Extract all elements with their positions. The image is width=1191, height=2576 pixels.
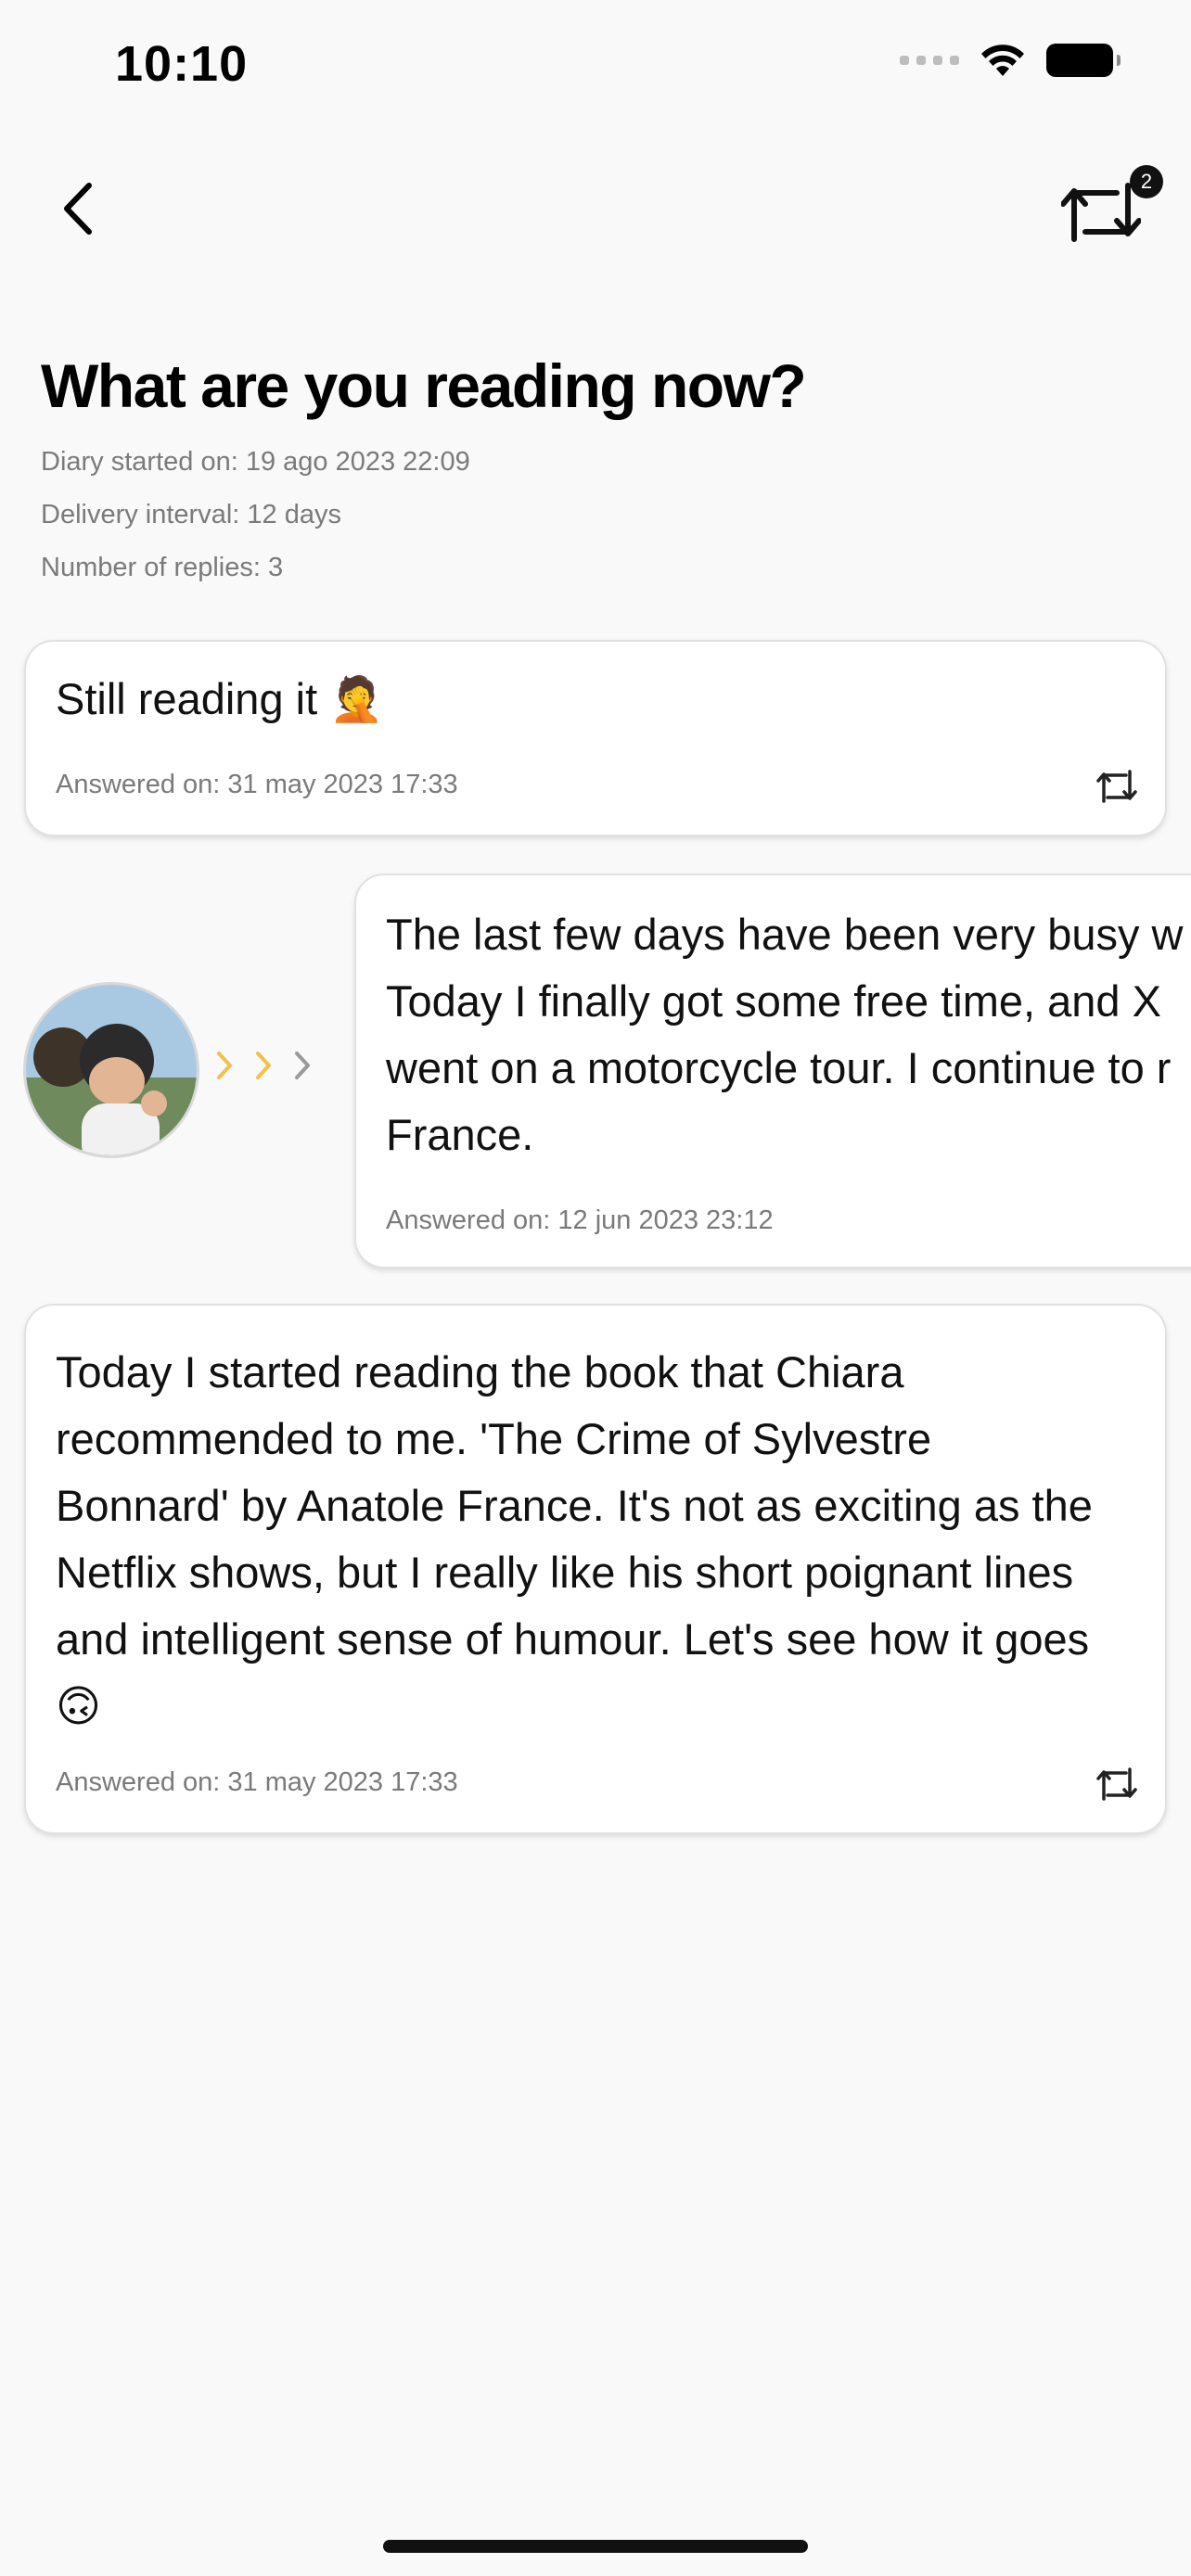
cellular-signal-icon [900, 56, 959, 65]
reply-text-line: and intelligent sense of humour. Let's s… [56, 1614, 1090, 1664]
repeat-reply-button[interactable] [1096, 768, 1137, 805]
page-title: What are you reading now? [41, 351, 807, 420]
reply-text-line: Bonnard' by Anatole France. It's not as … [56, 1481, 1093, 1530]
status-time: 10:10 [115, 36, 249, 92]
chevron-right-icon [295, 1052, 310, 1079]
status-bar: 10:10 [0, 0, 1191, 139]
reply-text-line: Netflix shows, but I really like his sho… [56, 1548, 1074, 1597]
reply-text-line: Today I started reading the book that Ch… [56, 1347, 904, 1396]
reply-text-line: The last few days have been very busy w [386, 910, 1184, 959]
reply-text-line: recommended to me. 'The Crime of Sylvest… [56, 1414, 932, 1463]
reply-card[interactable]: Still reading it 🤦 Answered on: 31 may 2… [26, 642, 1165, 835]
reply-text-line: Today I finally got some free time, and … [386, 976, 1161, 1026]
repeat-count-badge: 2 [1130, 165, 1163, 198]
repeat-button[interactable]: 2 [1061, 165, 1163, 249]
reply-card[interactable]: Today I started reading the book that Ch… [26, 1306, 1165, 1832]
reply-text: Today I started reading the book that Ch… [56, 1339, 1135, 1740]
chevron-left-icon [64, 183, 92, 235]
user-photo [26, 985, 197, 1155]
repeat-icon [1096, 770, 1137, 803]
reply-chain-indicator [215, 1050, 312, 1081]
reply-text-line: France. [386, 1110, 534, 1159]
chevron-right-icon [217, 1052, 232, 1079]
home-indicator[interactable] [383, 2540, 808, 2553]
chevron-right-icon [256, 1052, 271, 1079]
reply-date: Answered on: 31 may 2023 17:33 [56, 770, 458, 799]
delivery-interval: Delivery interval: 12 days [41, 500, 341, 529]
reply-text: Still reading it 🤦 [56, 674, 384, 723]
battery-icon [1046, 44, 1121, 77]
reply-text: The last few days have been very busy w … [386, 901, 1184, 1168]
number-of-replies: Number of replies: 3 [41, 553, 284, 582]
reply-card[interactable]: The last few days have been very busy w … [356, 875, 1191, 1267]
status-icons [900, 43, 1121, 78]
repeat-icon [1061, 183, 1141, 242]
avatar [26, 985, 197, 1155]
diary-started-on: Diary started on: 19 ago 2023 22:09 [41, 447, 470, 477]
repeat-icon [1096, 1767, 1137, 1801]
back-button[interactable] [52, 176, 104, 241]
wifi-icon [981, 45, 1024, 76]
reply-text-line: 🙃 [56, 1681, 101, 1730]
reply-text-line: went on a motorcycle tour. I continue to… [386, 1043, 1172, 1092]
reply-date: Answered on: 31 may 2023 17:33 [56, 1767, 458, 1797]
repeat-reply-button[interactable] [1096, 1766, 1137, 1803]
reply-date: Answered on: 12 jun 2023 23:12 [386, 1205, 774, 1235]
